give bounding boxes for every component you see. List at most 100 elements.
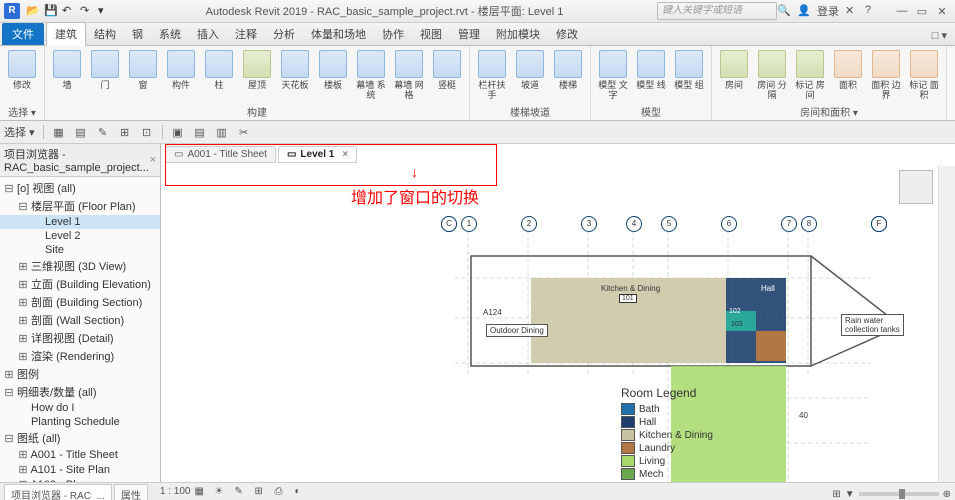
tab-struct[interactable]: 结构: [86, 23, 124, 45]
by-face-button[interactable]: 按面: [951, 48, 955, 102]
tree-node[interactable]: ⊞ 三维视图 (3D View): [0, 257, 160, 275]
floor-button[interactable]: 楼板: [315, 48, 351, 102]
tag-room-button[interactable]: 标记 房间: [792, 48, 828, 102]
tab-insert[interactable]: 插入: [189, 23, 227, 45]
drawing-canvas[interactable]: 1 2 3 4 5 6 7 8 A B C A B C D E F: [161, 166, 937, 482]
doc-tab[interactable]: ▭Level 1×: [278, 146, 357, 163]
scale-label[interactable]: 1 : 100: [160, 486, 191, 500]
tree-node[interactable]: ⊞ A001 - Title Sheet: [0, 447, 160, 462]
tab-arch[interactable]: 建筑: [46, 22, 86, 46]
help-icon[interactable]: ?: [865, 4, 879, 18]
door-button[interactable]: 门: [87, 48, 123, 102]
column-button[interactable]: 柱: [201, 48, 237, 102]
tab-modify[interactable]: 修改: [548, 23, 586, 45]
tag-area-button[interactable]: 标记 面积: [906, 48, 942, 102]
ceiling-button[interactable]: 天花板: [277, 48, 313, 102]
tree-node[interactable]: ⊞ A102 - Plans: [0, 477, 160, 482]
qb-icon[interactable]: ✎: [94, 123, 112, 141]
ramp-button[interactable]: 坡道: [512, 48, 548, 102]
component-button[interactable]: 构件: [163, 48, 199, 102]
vc-icon[interactable]: ▦: [195, 486, 211, 500]
status-tab-browser[interactable]: 项目浏览器 - RAC_...: [4, 484, 112, 500]
filter-icon[interactable]: ▼: [845, 489, 855, 500]
wall-button[interactable]: 墙: [49, 48, 85, 102]
qat-save-icon[interactable]: 💾: [44, 4, 58, 18]
tree-node[interactable]: ⊞ 详图视图 (Detail): [0, 329, 160, 347]
qb-icon[interactable]: ⊞: [116, 123, 134, 141]
view-cube[interactable]: [899, 170, 933, 204]
qb-icon[interactable]: ▣: [169, 123, 187, 141]
tab-close-icon[interactable]: ×: [342, 149, 348, 160]
tree-node[interactable]: Planting Schedule: [0, 415, 160, 429]
tree-node[interactable]: How do I: [0, 401, 160, 415]
room-sep-button[interactable]: 房间 分隔: [754, 48, 790, 102]
tab-steel[interactable]: 钢: [124, 23, 151, 45]
signin-icon[interactable]: 👤: [797, 4, 811, 18]
modify-button[interactable]: 修改: [4, 48, 40, 102]
tab-massing[interactable]: 体量和场地: [303, 23, 374, 45]
area-button[interactable]: 面积: [830, 48, 866, 102]
tree-node[interactable]: Site: [0, 243, 160, 257]
room-button[interactable]: 房间: [716, 48, 752, 102]
doc-tab[interactable]: ▭A001 - Title Sheet: [165, 146, 276, 163]
tree-node[interactable]: ⊟ 图纸 (all): [0, 429, 160, 447]
window-button[interactable]: 窗: [125, 48, 161, 102]
railing-button[interactable]: 栏杆扶手: [474, 48, 510, 102]
tab-view[interactable]: 视图: [412, 23, 450, 45]
stair-button[interactable]: 楼梯: [550, 48, 586, 102]
tree-node[interactable]: ⊟ 楼层平面 (Floor Plan): [0, 197, 160, 215]
tree-node[interactable]: ⊞ 立面 (Building Elevation): [0, 275, 160, 293]
qb-icon[interactable]: ▤: [191, 123, 209, 141]
minimize-button[interactable]: —: [893, 5, 911, 18]
tab-systems[interactable]: 系统: [151, 23, 189, 45]
tree-node[interactable]: ⊞ A101 - Site Plan: [0, 462, 160, 477]
tree-node[interactable]: ⊞ 渲染 (Rendering): [0, 347, 160, 365]
tree-node[interactable]: ⊞ 剖面 (Wall Section): [0, 311, 160, 329]
exchange-icon[interactable]: ✕: [845, 4, 859, 18]
tab-annotate[interactable]: 注释: [227, 23, 265, 45]
tree-node[interactable]: ⊞ 图例: [0, 365, 160, 383]
tree-node[interactable]: Level 1: [0, 215, 160, 229]
tab-addins[interactable]: 附加模块: [488, 23, 548, 45]
vc-icon[interactable]: ◐: [295, 486, 311, 500]
vc-icon[interactable]: ⊞: [255, 486, 271, 500]
qb-icon[interactable]: ▤: [72, 123, 90, 141]
search-input[interactable]: 键入关键字或短语: [657, 2, 777, 20]
model-group-button[interactable]: 模型 组: [671, 48, 707, 102]
tree-node[interactable]: ⊞ 剖面 (Building Section): [0, 293, 160, 311]
file-tab[interactable]: 文件: [2, 23, 44, 45]
zoom-slider[interactable]: [859, 492, 939, 496]
tab-analyze[interactable]: 分析: [265, 23, 303, 45]
status-tab-props[interactable]: 属性: [114, 484, 148, 500]
worksets-icon[interactable]: ⊞: [832, 489, 840, 500]
zoom-control[interactable]: ⊞ ▼ ⊕: [832, 489, 951, 500]
model-line-button[interactable]: 模型 线: [633, 48, 669, 102]
tree-node[interactable]: ⊟ 明细表/数量 (all): [0, 383, 160, 401]
qb-icon[interactable]: ✂: [235, 123, 253, 141]
ribbon-collapse[interactable]: □ ▾: [924, 26, 955, 45]
signin-label[interactable]: 登录: [817, 3, 839, 19]
close-button[interactable]: ✕: [933, 5, 951, 18]
mullion-button[interactable]: 竖梃: [429, 48, 465, 102]
model-text-button[interactable]: 模型 文字: [595, 48, 631, 102]
browser-close-icon[interactable]: ×: [150, 154, 156, 166]
tree-node[interactable]: Level 2: [0, 229, 160, 243]
qat-more-icon[interactable]: ▾: [98, 4, 112, 18]
tab-manage[interactable]: 管理: [450, 23, 488, 45]
qat-open-icon[interactable]: 📂: [26, 4, 40, 18]
qat-undo-icon[interactable]: ↶: [62, 4, 76, 18]
qb-icon[interactable]: ⊡: [138, 123, 156, 141]
roof-button[interactable]: 屋顶: [239, 48, 275, 102]
tree-node[interactable]: ⊟ [o] 视图 (all): [0, 179, 160, 197]
vc-icon[interactable]: ⎙: [275, 486, 291, 500]
vc-icon[interactable]: ☀: [215, 486, 231, 500]
area-bdy-button[interactable]: 面积 边界: [868, 48, 904, 102]
select-dropdown[interactable]: 选择 ▾: [4, 124, 35, 140]
zoom-icon[interactable]: ⊕: [943, 489, 951, 500]
qb-icon[interactable]: ▥: [213, 123, 231, 141]
maximize-button[interactable]: ▭: [913, 5, 931, 18]
tree[interactable]: ⊟ [o] 视图 (all)⊟ 楼层平面 (Floor Plan) Level …: [0, 177, 160, 482]
qb-icon[interactable]: ▦: [50, 123, 68, 141]
curtain-grid-button[interactable]: 幕墙 网格: [391, 48, 427, 102]
tab-collab[interactable]: 协作: [374, 23, 412, 45]
